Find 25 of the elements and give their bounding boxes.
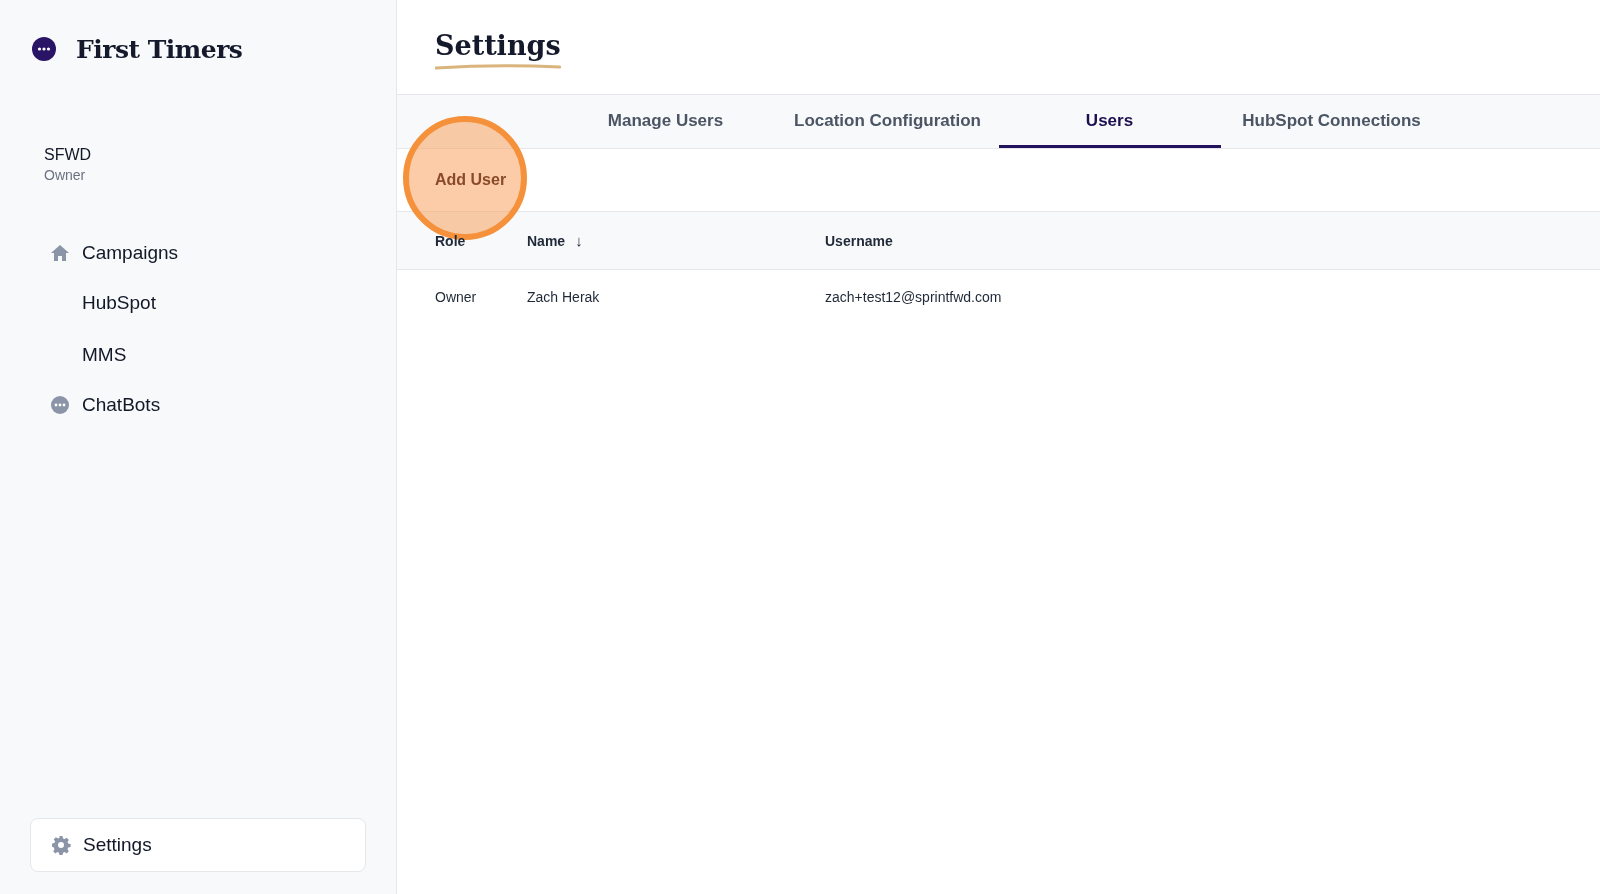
tab[interactable]: HubSpot Connections bbox=[1220, 95, 1443, 148]
settings-link[interactable]: Settings bbox=[30, 818, 366, 872]
nav-item[interactable]: MMS bbox=[50, 329, 366, 381]
chat-icon bbox=[50, 395, 70, 415]
house-icon bbox=[50, 243, 70, 263]
nav-item[interactable]: ChatBots bbox=[50, 381, 366, 429]
app-name: First Timers bbox=[76, 34, 243, 64]
page-title: Settings bbox=[435, 30, 561, 71]
table-cell-text: Owner bbox=[435, 289, 478, 305]
nav-item[interactable]: HubSpot bbox=[50, 277, 366, 329]
tab[interactable]: Manage Users bbox=[554, 95, 777, 148]
gear-icon bbox=[51, 835, 71, 855]
table-cell-text: zach+test12@sprintfwd.com bbox=[825, 289, 1003, 305]
column-header[interactable]: Name ↓ bbox=[527, 232, 825, 249]
account-name: SFWD bbox=[44, 146, 93, 164]
column-header[interactable]: Role bbox=[435, 232, 527, 249]
sort-arrow-icon: ↓ bbox=[575, 232, 583, 249]
nav-item[interactable]: Campaigns bbox=[50, 229, 366, 277]
tab[interactable]: Users bbox=[998, 95, 1221, 148]
column-header[interactable]: Username bbox=[825, 232, 1600, 249]
table-cell-text: Zach Herak bbox=[527, 289, 601, 305]
logo-icon bbox=[32, 37, 56, 61]
add-user-button[interactable]: Add User bbox=[435, 167, 507, 193]
account-role: Owner bbox=[44, 167, 87, 183]
tab[interactable]: Location Configuration bbox=[776, 95, 999, 148]
